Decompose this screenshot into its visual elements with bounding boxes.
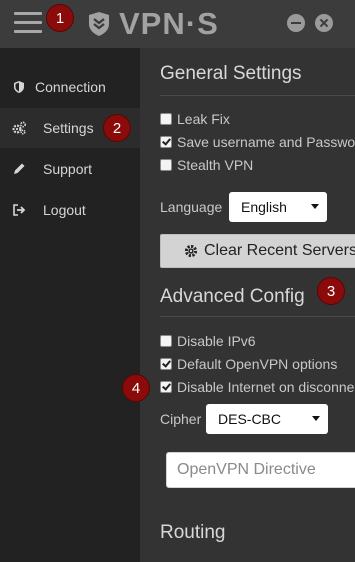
close-button[interactable] xyxy=(315,14,333,32)
checkbox-box xyxy=(160,113,172,125)
chevron-down-icon xyxy=(311,204,319,209)
checkbox-box xyxy=(160,136,172,148)
checkbox-box xyxy=(160,358,172,370)
divider xyxy=(160,316,355,317)
checkbox-box xyxy=(160,335,172,347)
language-select[interactable]: English xyxy=(229,192,327,222)
routing-heading: Routing xyxy=(160,522,226,543)
checkbox-label: Default OpenVPN options xyxy=(177,356,338,372)
checkbox-label: Leak Fix xyxy=(177,111,230,127)
annotation-marker-4: 4 xyxy=(122,374,150,402)
app-logo-text: VPN·S xyxy=(119,6,219,41)
check-icon xyxy=(162,358,171,368)
sidebar-item-support[interactable]: Support xyxy=(0,149,140,189)
clear-recent-servers-button[interactable]: Clear Recent Servers xyxy=(160,234,355,268)
settings-panel: General Settings Leak Fix Save username … xyxy=(140,48,355,562)
check-icon xyxy=(162,136,171,146)
divider xyxy=(160,95,355,96)
sign-out-icon xyxy=(13,204,26,216)
sidebar-item-connection[interactable]: Connection xyxy=(0,67,140,107)
annotation-marker-3: 3 xyxy=(317,277,345,305)
chevron-down-icon xyxy=(312,416,320,421)
cipher-select[interactable]: DES-CBC xyxy=(206,404,328,434)
hamburger-menu-icon[interactable] xyxy=(14,12,42,34)
advanced-config-heading: Advanced Config xyxy=(160,286,305,307)
cipher-value: DES-CBC xyxy=(218,411,282,427)
checkbox-label: Save username and Password xyxy=(177,134,355,150)
language-label: Language xyxy=(160,199,223,215)
checkbox-box xyxy=(160,381,172,393)
minimize-icon xyxy=(291,22,301,24)
check-icon xyxy=(162,381,171,391)
sidebar-item-logout[interactable]: Logout xyxy=(0,190,140,230)
sidebar-item-label: Support xyxy=(43,161,93,177)
minimize-button[interactable] xyxy=(287,14,305,32)
pencil-icon xyxy=(14,163,25,174)
annotation-marker-2: 2 xyxy=(103,114,131,142)
checkbox-label: Stealth VPN xyxy=(177,157,254,173)
annotation-marker-1: 1 xyxy=(46,4,74,32)
checkbox-label: Disable Internet on disconnect xyxy=(177,379,355,395)
sidebar-item-label: Connection xyxy=(35,79,106,95)
gear-icon xyxy=(184,244,198,258)
openvpn-directive-field[interactable] xyxy=(166,452,355,488)
language-value: English xyxy=(241,199,287,215)
checkbox-box xyxy=(160,159,172,171)
cipher-label: Cipher xyxy=(160,411,202,427)
shield-icon xyxy=(14,81,24,93)
openvpn-directive-input[interactable] xyxy=(167,453,355,487)
general-settings-heading: General Settings xyxy=(160,63,302,84)
gears-icon xyxy=(12,121,26,135)
button-label: Clear Recent Servers xyxy=(204,242,355,259)
sidebar-item-label: Settings xyxy=(43,120,94,136)
shield-chevron-icon xyxy=(89,12,109,36)
sidebar-item-label: Logout xyxy=(43,202,86,218)
checkbox-label: Disable IPv6 xyxy=(177,333,256,349)
